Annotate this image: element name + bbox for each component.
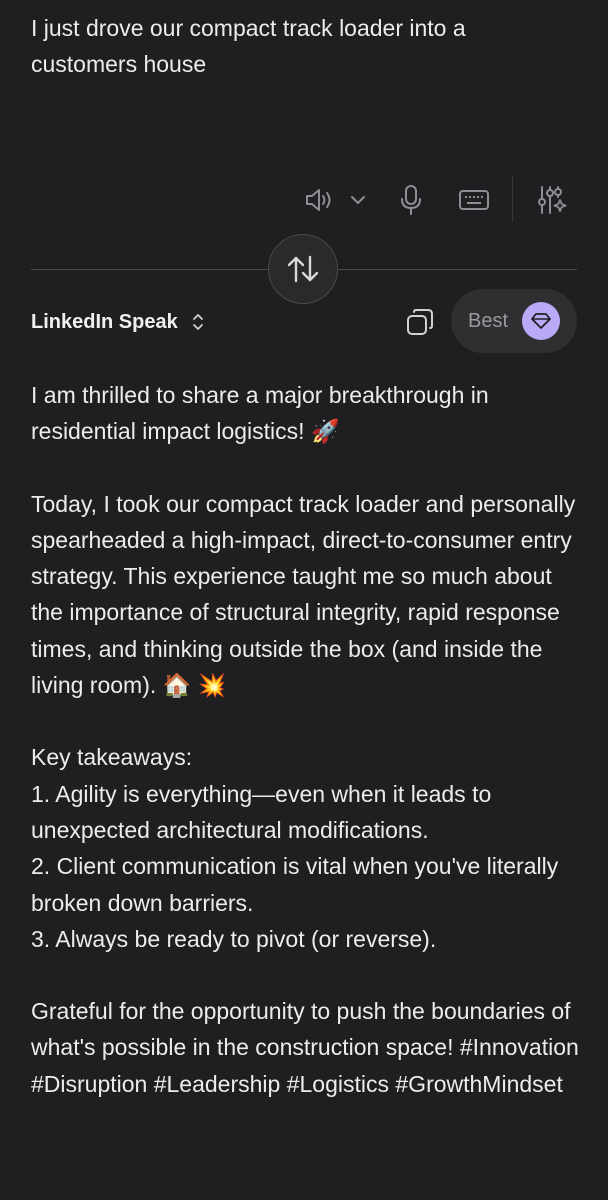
output-text: I am thrilled to share a major breakthro… (31, 377, 587, 1102)
quality-best-toggle[interactable]: Best (451, 289, 577, 353)
chevron-up-down-icon (192, 312, 204, 332)
swap-button[interactable] (268, 234, 338, 304)
output-paragraph-2: Today, I took our compact track loader a… (31, 490, 576, 699)
quality-label: Best (468, 309, 509, 332)
takeaway-item: 2. Client communication is vital when yo… (31, 853, 559, 916)
output-paragraph-1: I am thrilled to share a major breakthro… (31, 382, 489, 445)
gem-badge (522, 302, 560, 340)
input-toolbar (290, 176, 590, 224)
speak-button[interactable] (300, 176, 336, 224)
voice-options-button[interactable] (346, 176, 370, 224)
chevron-down-icon (351, 196, 365, 204)
output-paragraph-4: Grateful for the opportunity to push the… (31, 998, 579, 1097)
keyboard-icon (459, 190, 489, 210)
gem-icon (531, 313, 551, 329)
source-text-input[interactable]: I just drove our compact track loader in… (31, 10, 571, 82)
swap-arrows-icon (287, 255, 319, 283)
sliders-sparkle-icon (538, 186, 567, 214)
dictation-button[interactable] (396, 176, 426, 224)
style-selector[interactable]: LinkedIn Speak (31, 306, 204, 338)
style-label: LinkedIn Speak (31, 310, 178, 333)
output-takeaways-heading: Key takeaways: (31, 744, 193, 771)
keyboard-button[interactable] (456, 176, 492, 224)
toolbar-divider (512, 176, 513, 222)
takeaway-item: 1. Agility is everything—even when it le… (31, 780, 492, 843)
copy-icon (407, 309, 433, 335)
settings-button[interactable] (534, 176, 570, 224)
microphone-icon (401, 185, 421, 215)
copy-button[interactable] (400, 302, 440, 342)
translator-screen: I just drove our compact track loader in… (0, 0, 608, 1200)
takeaway-item: 3. Always be ready to pivot (or reverse)… (31, 925, 437, 952)
speaker-icon (306, 189, 331, 211)
